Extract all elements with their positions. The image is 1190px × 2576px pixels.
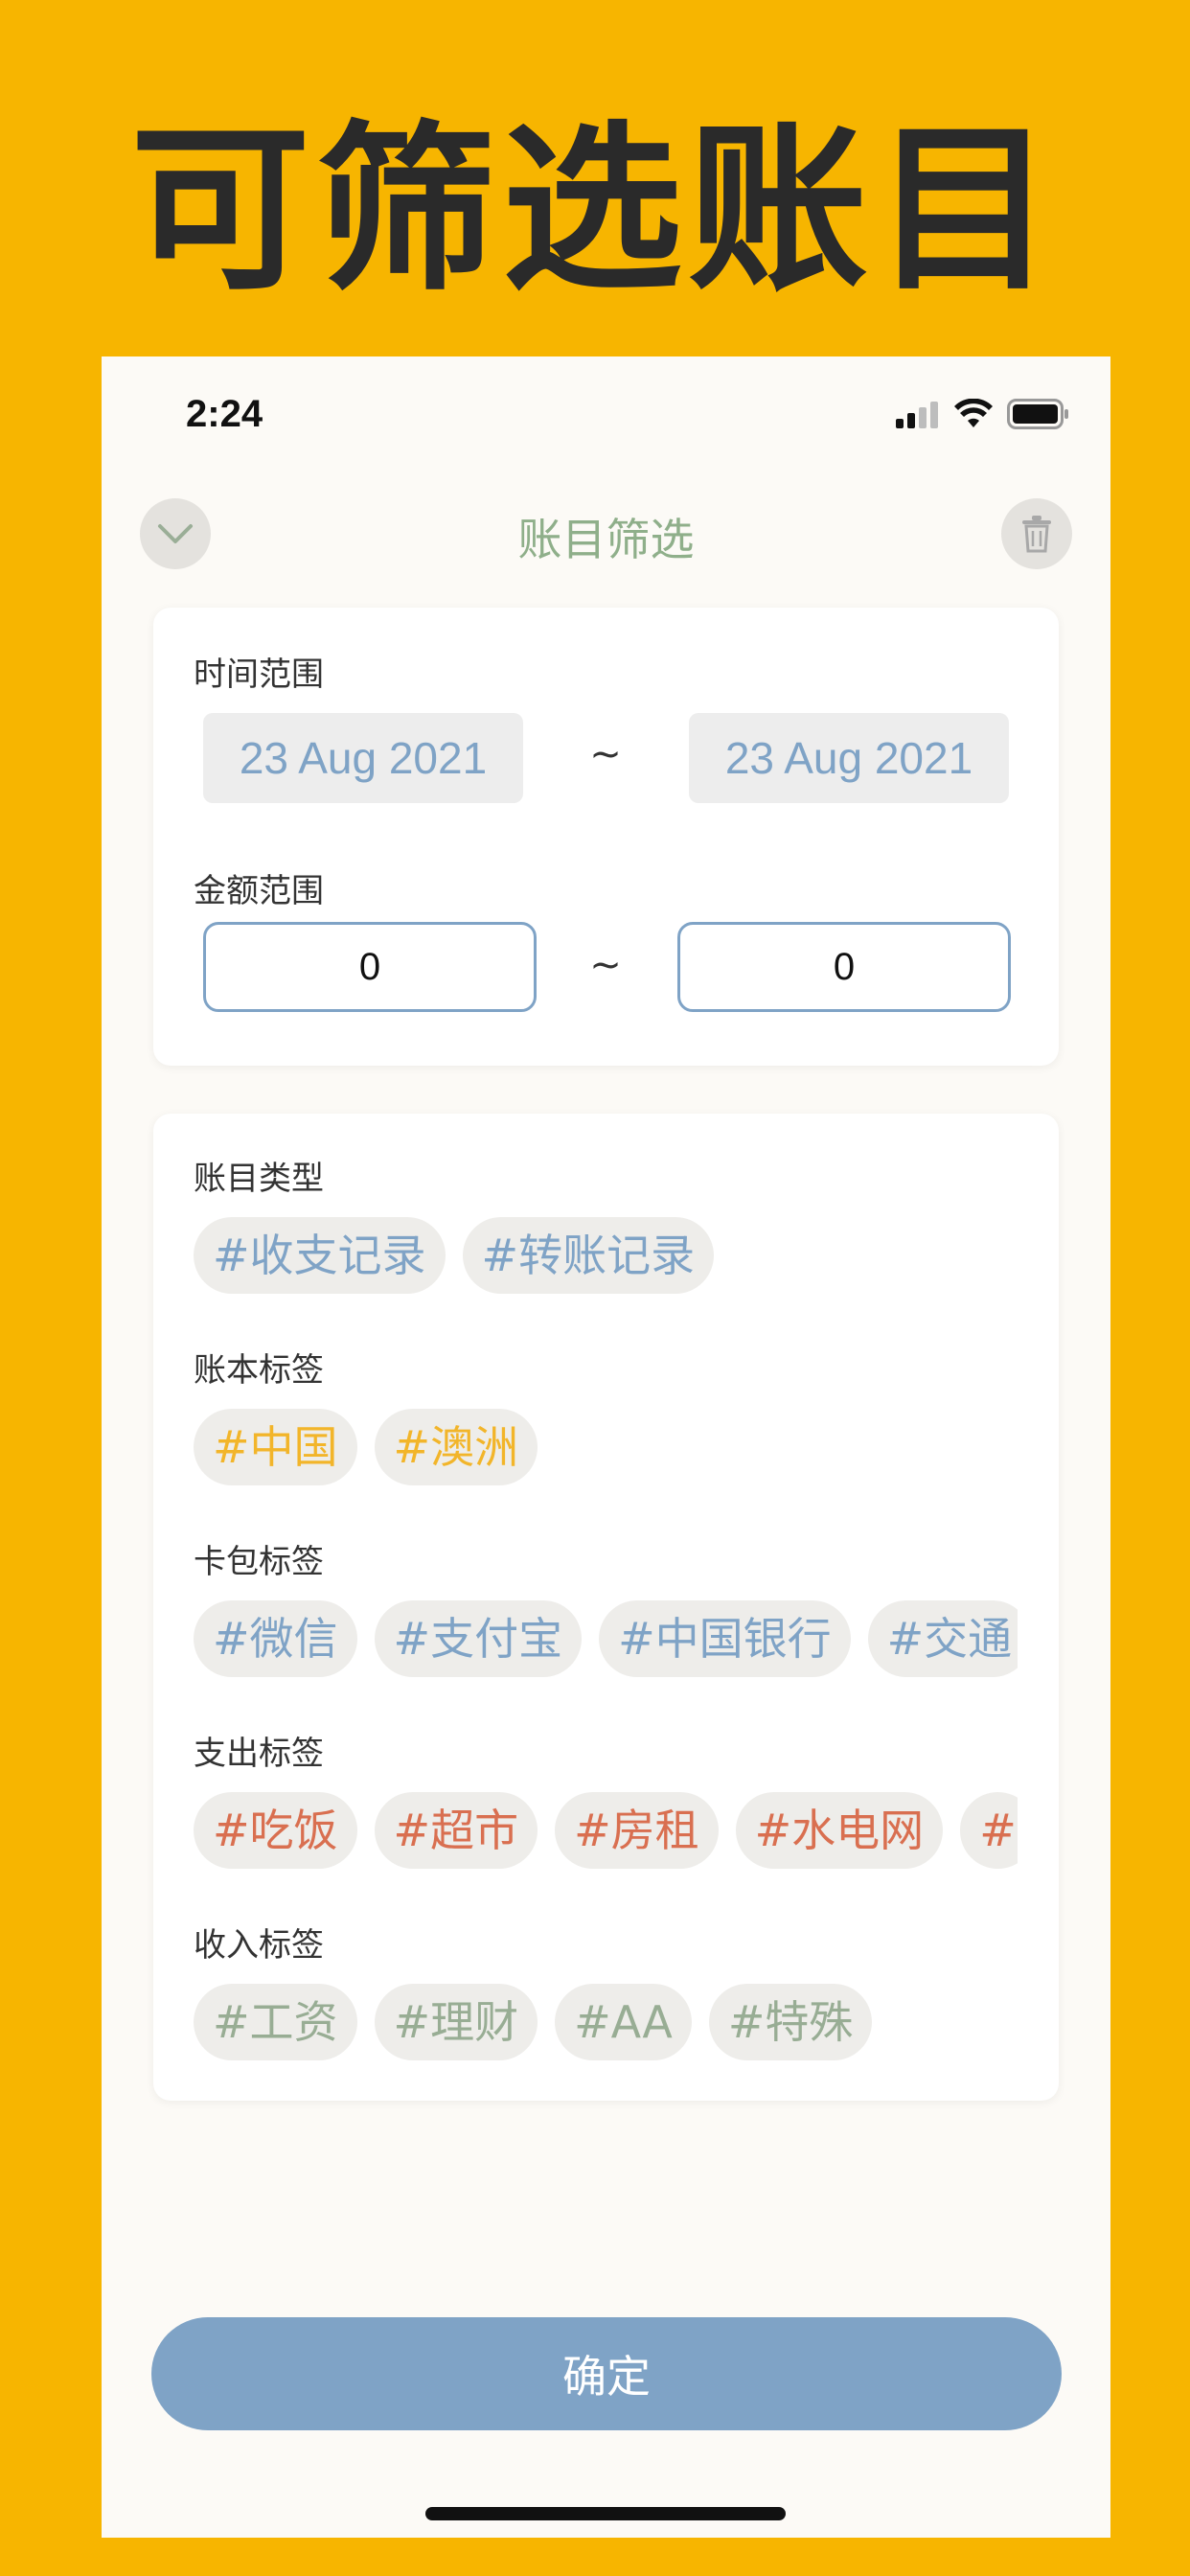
amount-separator: ~ — [589, 943, 622, 987]
tag-income-special[interactable]: #特殊 — [708, 1984, 873, 2060]
wifi-icon — [954, 399, 993, 427]
tag-expense-more[interactable]: # — [960, 1792, 1018, 1869]
tags-card: 账目类型 #收支记录 #转账记录 账本标签 #中国 #澳洲 卡包标签 #微信 #支付宝… — [153, 1114, 1059, 2101]
wallet-tags: #微信 #支付宝 #中国银行 #交通 — [194, 1600, 1018, 1677]
delete-button[interactable] — [1001, 498, 1072, 569]
income-tags-label: 收入标签 — [194, 1926, 324, 1965]
battery-icon — [1007, 399, 1068, 429]
amount-range-label: 金额范围 — [194, 872, 324, 910]
entry-type-label: 账目类型 — [194, 1160, 324, 1198]
status-bar: 2:24 — [102, 356, 1110, 481]
max-amount-input[interactable] — [677, 922, 1011, 1012]
tag-expense-rent[interactable]: #房租 — [555, 1792, 719, 1869]
tag-transfer-record[interactable]: #转账记录 — [462, 1217, 715, 1294]
tag-wallet-bocom[interactable]: #交通 — [867, 1600, 1018, 1677]
tag-expense-utilities[interactable]: #水电网 — [735, 1792, 944, 1869]
min-amount-input[interactable] — [203, 922, 537, 1012]
page-title: 账目筛选 — [517, 514, 695, 565]
wallet-tags-label: 卡包标签 — [194, 1543, 324, 1581]
ledger-tags-label: 账本标签 — [194, 1351, 324, 1390]
start-date-picker[interactable]: 23 Aug 2021 — [203, 713, 523, 803]
trash-icon — [1022, 516, 1051, 553]
expense-tags: #吃饭 #超市 #房租 #水电网 # — [194, 1792, 1018, 1869]
end-date-picker[interactable]: 23 Aug 2021 — [689, 713, 1009, 803]
tag-ledger-china[interactable]: #中国 — [194, 1409, 357, 1485]
tag-ledger-australia[interactable]: #澳洲 — [374, 1409, 538, 1485]
tag-wallet-wechat[interactable]: #微信 — [194, 1600, 357, 1677]
date-separator: ~ — [589, 732, 622, 776]
income-tags: #工资 #理财 #AA #特殊 — [194, 1984, 1018, 2060]
confirm-button[interactable]: 确定 — [151, 2317, 1062, 2430]
tag-expense-dining[interactable]: #吃饭 — [194, 1792, 357, 1869]
home-indicator — [425, 2507, 786, 2520]
tag-income-salary[interactable]: #工资 — [194, 1984, 357, 2060]
entry-type-tags: #收支记录 #转账记录 — [194, 1217, 1018, 1294]
tag-wallet-bank-of-china[interactable]: #中国银行 — [599, 1600, 851, 1677]
tag-wallet-alipay[interactable]: #支付宝 — [374, 1600, 583, 1677]
expense-tags-label: 支出标签 — [194, 1735, 324, 1773]
tag-income-expense-record[interactable]: #收支记录 — [194, 1217, 446, 1294]
phone-screen: 2:24 账目筛选 时间范围 23 Aug 2021 ~ 23 Aug 2021… — [102, 356, 1110, 2538]
tag-income-aa[interactable]: #AA — [555, 1984, 692, 2060]
ledger-tags: #中国 #澳洲 — [194, 1409, 1018, 1485]
status-icons — [896, 399, 1070, 429]
tag-income-investment[interactable]: #理财 — [374, 1984, 538, 2060]
range-card: 时间范围 23 Aug 2021 ~ 23 Aug 2021 金额范围 ~ — [153, 608, 1059, 1066]
cellular-signal-icon — [896, 402, 938, 428]
time-range-label: 时间范围 — [194, 656, 324, 694]
status-time: 2:24 — [186, 393, 263, 435]
promo-title: 可筛选账目 — [130, 105, 1060, 315]
tag-expense-supermarket[interactable]: #超市 — [374, 1792, 538, 1869]
